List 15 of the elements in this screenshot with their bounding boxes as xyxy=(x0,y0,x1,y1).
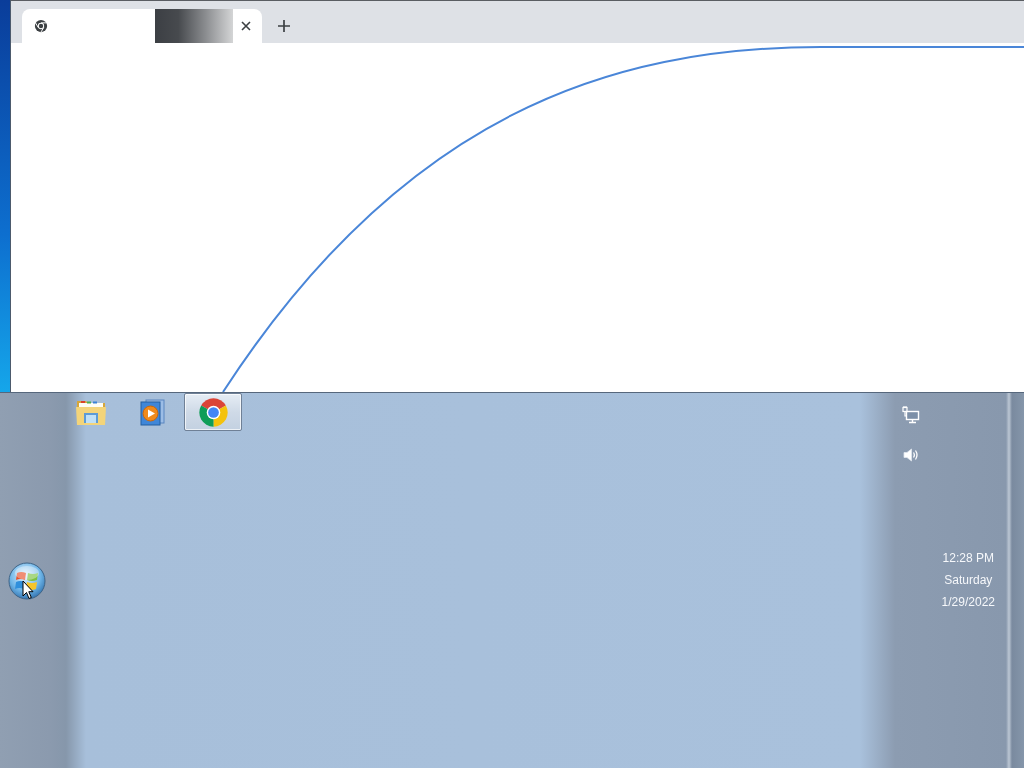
folder-icon[interactable] xyxy=(75,398,107,426)
network-icon[interactable] xyxy=(902,405,920,424)
media-player-icon[interactable] xyxy=(137,398,167,426)
speaker-icon[interactable] xyxy=(903,447,919,463)
mouse-pointer-icon xyxy=(22,579,34,600)
close-icon[interactable] xyxy=(241,21,251,31)
browser-tab[interactable] xyxy=(22,9,262,43)
tab-favicon-icon xyxy=(34,19,48,33)
clock-date[interactable]: 1/29/2022 xyxy=(941,591,995,613)
taskbar-button[interactable] xyxy=(184,393,242,431)
clock-day[interactable]: Saturday xyxy=(944,569,993,591)
clock-time[interactable]: 12:28 PM xyxy=(942,547,994,569)
browser-logo-icon xyxy=(197,396,229,428)
plus-icon[interactable] xyxy=(278,20,290,32)
start-orb-icon[interactable] xyxy=(8,561,46,600)
